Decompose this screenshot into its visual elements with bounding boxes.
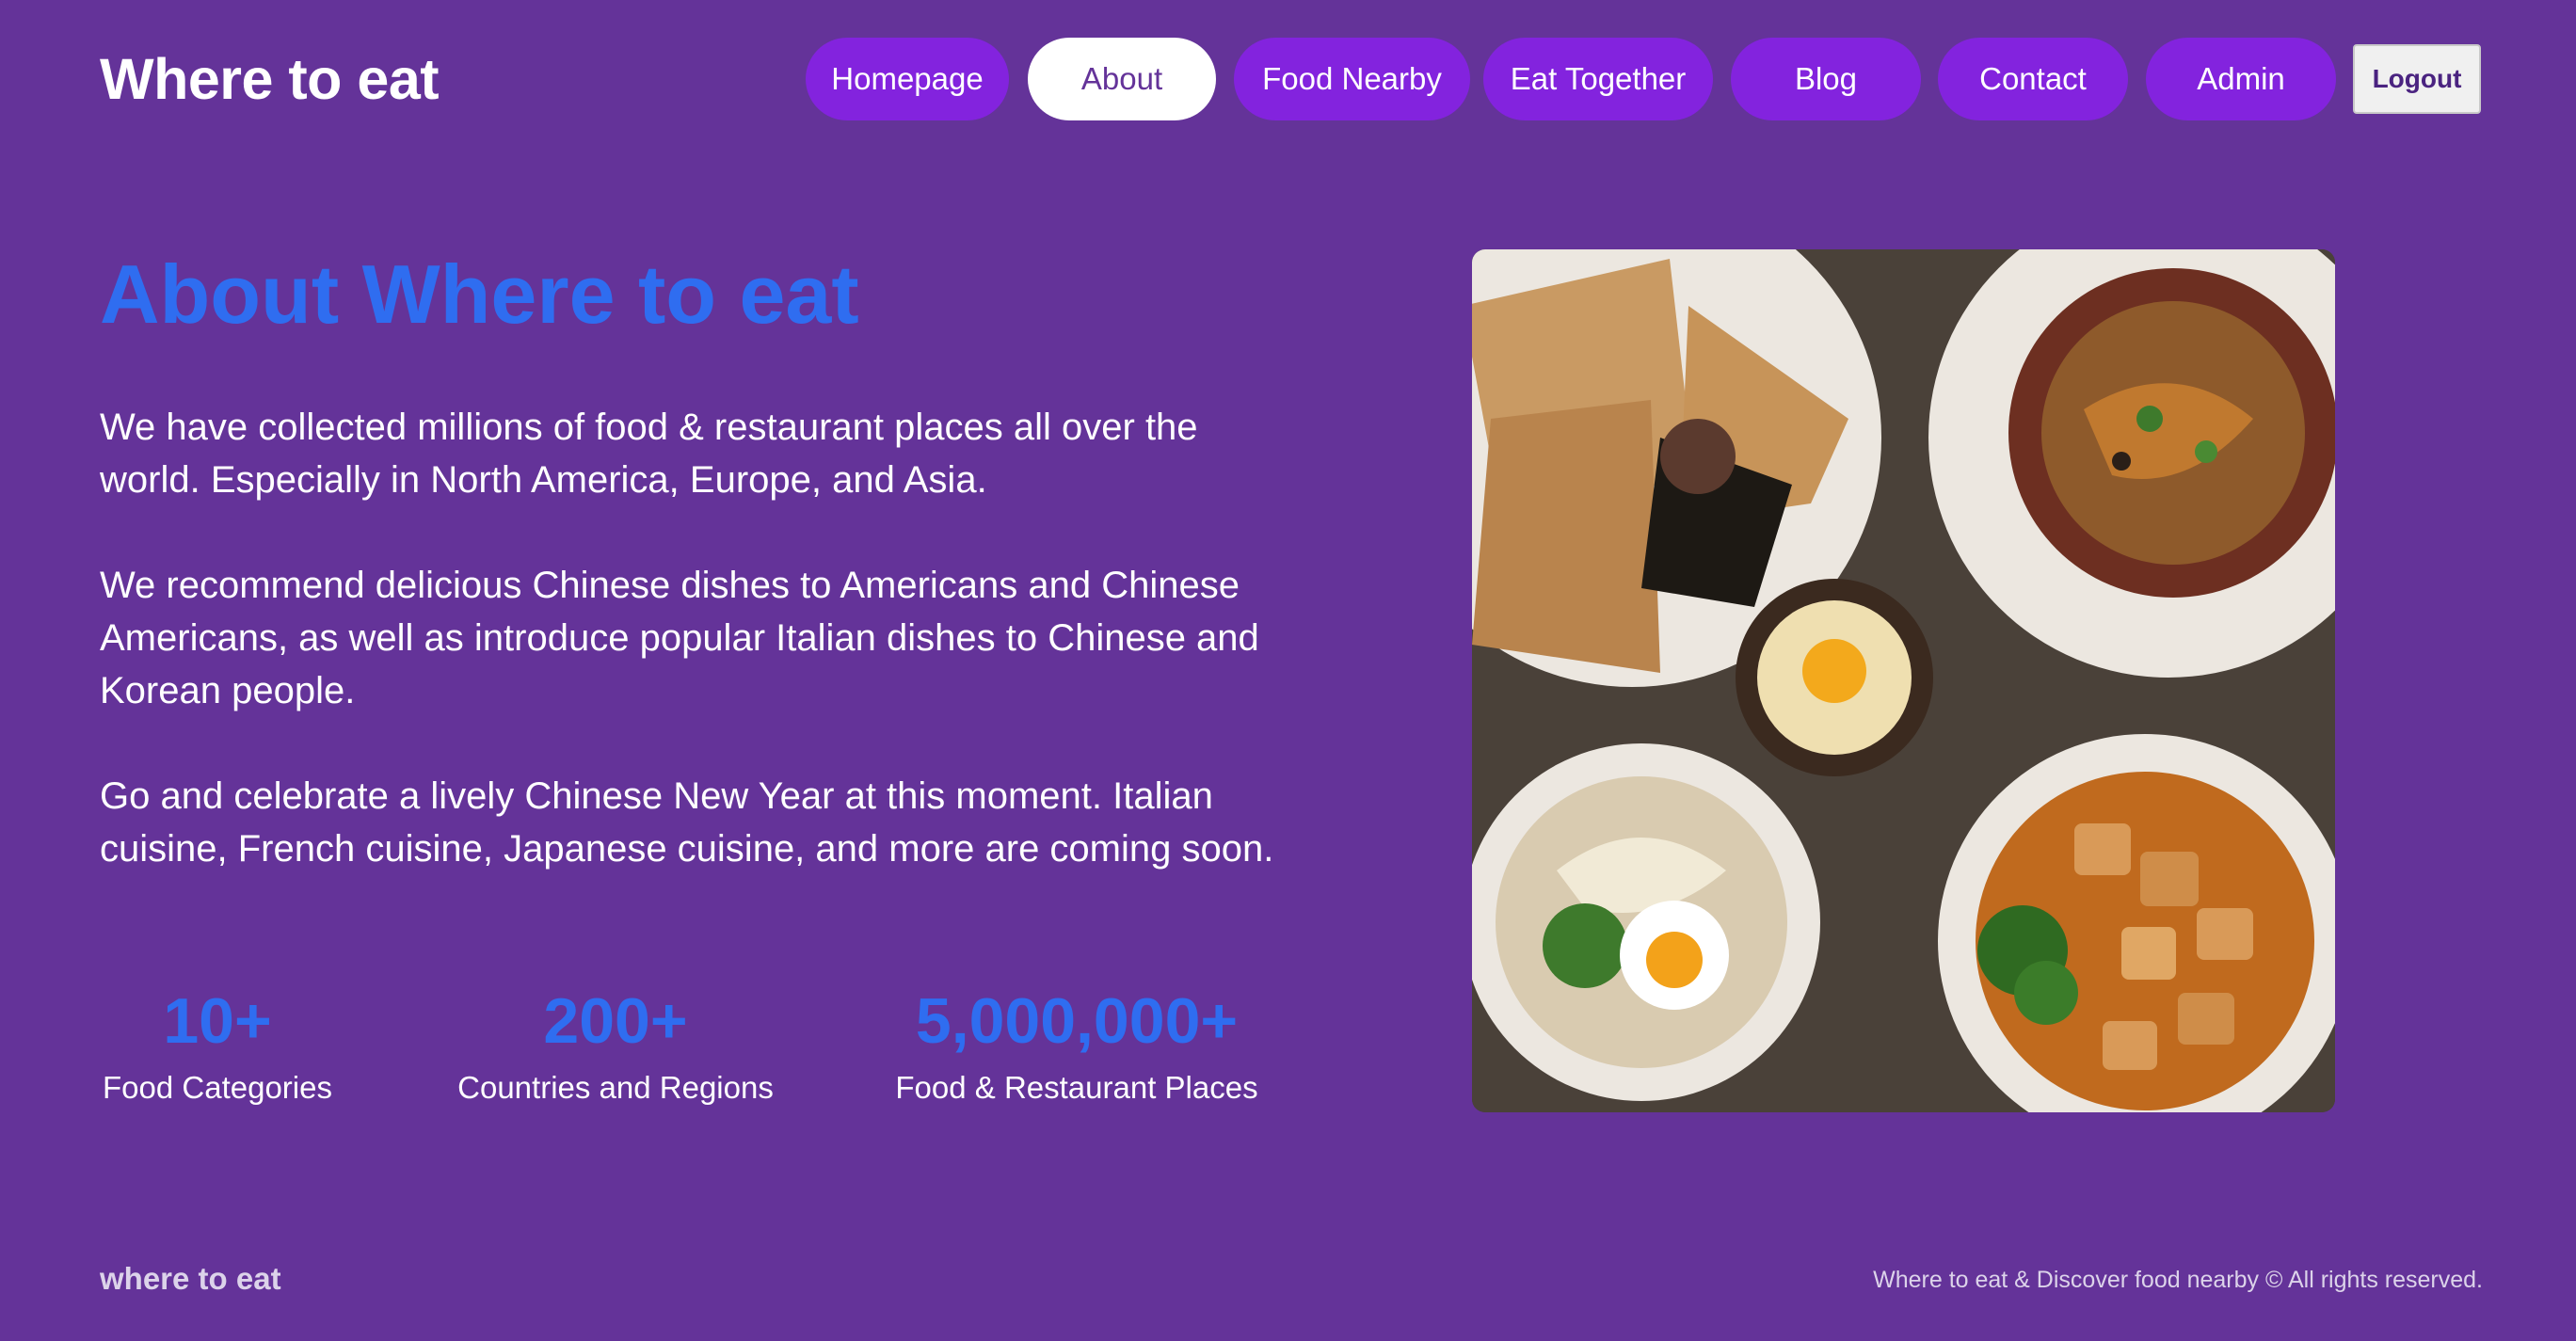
site-logo-text[interactable]: Where to eat	[100, 41, 440, 117]
page-title: About Where to eat	[100, 247, 859, 341]
stat-value: 200+	[543, 985, 688, 1057]
logout-button[interactable]: Logout	[2353, 44, 2481, 114]
stat-label: Food & Restaurant Places	[895, 1070, 1258, 1105]
footer-copyright: Where to eat & Discover food nearby © Al…	[1873, 1267, 2483, 1293]
nav-admin[interactable]: Admin	[2146, 38, 2336, 120]
nav-food-nearby[interactable]: Food Nearby	[1234, 38, 1470, 120]
footer-brand[interactable]: where to eat	[100, 1261, 281, 1297]
about-paragraph-1: We have collected millions of food & res…	[100, 407, 1198, 501]
food-photo	[1472, 249, 2335, 1112]
stat-food-categories: 10+ Food Categories	[100, 979, 335, 1109]
nav-blog[interactable]: Blog	[1731, 38, 1921, 120]
about-paragraph-3: Go and celebrate a lively Chinese New Ye…	[100, 775, 1274, 870]
stat-label: Food Categories	[103, 1070, 332, 1105]
stat-countries-regions: 200+ Countries and Regions	[446, 979, 785, 1109]
stat-label: Countries and Regions	[457, 1070, 774, 1105]
about-paragraph-2: We recommend delicious Chinese dishes to…	[100, 565, 1259, 711]
food-illustration	[1472, 249, 2335, 1112]
nav-homepage[interactable]: Homepage	[806, 38, 1009, 120]
nav-about[interactable]: About	[1028, 38, 1216, 120]
nav-contact[interactable]: Contact	[1938, 38, 2128, 120]
stat-food-places: 5,000,000+ Food & Restaurant Places	[892, 979, 1261, 1109]
stat-value: 5,000,000+	[915, 985, 1239, 1057]
stat-value: 10+	[163, 985, 272, 1057]
nav-eat-together[interactable]: Eat Together	[1483, 38, 1713, 120]
